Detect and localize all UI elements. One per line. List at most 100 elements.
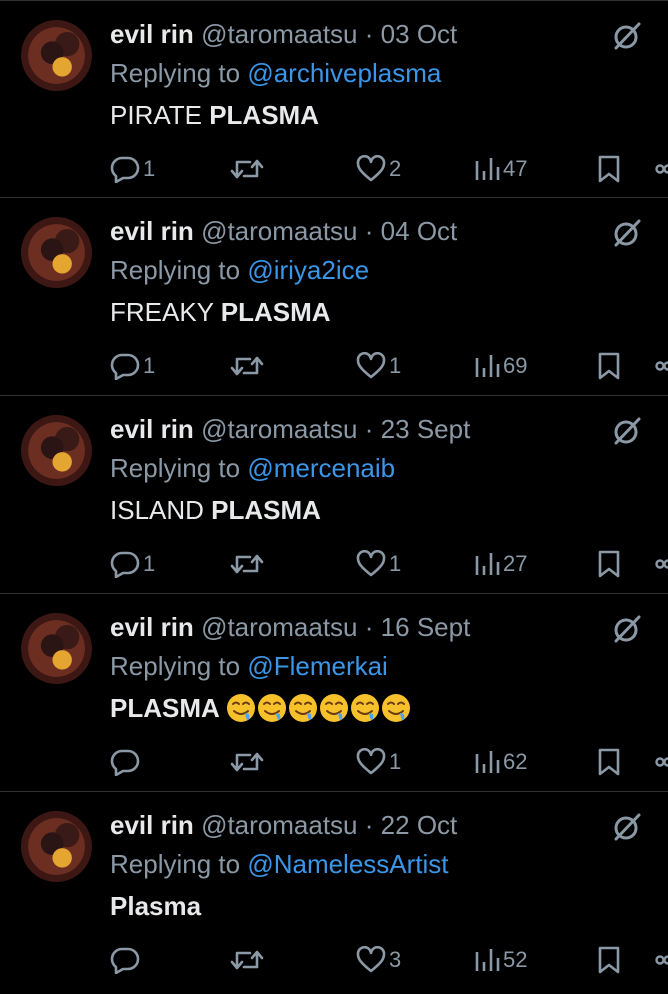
avatar[interactable] (21, 20, 92, 91)
bookmark-button[interactable] (597, 149, 621, 189)
grok-icon[interactable] (612, 614, 642, 644)
bookmark-icon (598, 946, 620, 974)
tweet-date[interactable]: 03 Oct (381, 19, 458, 49)
views-button[interactable]: 47 (474, 149, 527, 189)
bookmark-button[interactable] (597, 940, 621, 980)
share-button[interactable] (654, 544, 668, 584)
action-bar: 1 1 (0, 346, 668, 386)
like-count: 1 (389, 749, 402, 774)
separator-dot: · (364, 216, 374, 246)
grok-icon[interactable] (612, 218, 642, 248)
repost-icon (230, 752, 264, 772)
like-button[interactable]: 3 (356, 940, 401, 980)
tweet[interactable]: evil rin @taromaatsu · 22 Oct Replying t… (0, 792, 668, 990)
tweet[interactable]: evil rin @taromaatsu · 03 Oct Replying t… (0, 0, 668, 198)
grok-icon[interactable] (612, 416, 642, 446)
tweet-header: evil rin @taromaatsu · 23 Sept (110, 412, 470, 446)
avatar[interactable] (21, 811, 92, 882)
author-handle[interactable]: @taromaatsu (201, 612, 357, 642)
replying-to-mention[interactable]: @NamelessArtist (247, 849, 448, 879)
avatar[interactable] (21, 217, 92, 288)
author-handle[interactable]: @taromaatsu (201, 810, 357, 840)
tweet-text-bold: PLASMA (209, 100, 319, 130)
action-bar: 1 2 47 (0, 149, 668, 189)
share-button[interactable] (654, 346, 668, 386)
author-handle[interactable]: @taromaatsu (201, 19, 357, 49)
replying-to-mention[interactable]: @Flemerkai (247, 651, 388, 681)
author-name[interactable]: evil rin (110, 612, 194, 642)
views-chart-icon (475, 553, 500, 575)
tweet-text-bold: Plasma (110, 891, 202, 921)
heart-icon (356, 155, 386, 182)
repost-button[interactable] (230, 346, 267, 386)
tweet-date[interactable]: 16 Sept (381, 612, 471, 642)
bookmark-icon (598, 550, 620, 578)
tweet-date[interactable]: 22 Oct (381, 810, 458, 840)
views-button[interactable]: 27 (474, 544, 527, 584)
heart-icon (356, 352, 386, 379)
tweet[interactable]: evil rin @taromaatsu · 23 Sept Replying … (0, 396, 668, 594)
share-icon (655, 361, 668, 371)
tweet-date[interactable]: 23 Sept (381, 414, 471, 444)
tweet-text-bold: PLASMA (211, 495, 321, 525)
repost-icon (230, 159, 264, 179)
repost-button[interactable] (230, 544, 267, 584)
author-handle[interactable]: @taromaatsu (201, 216, 357, 246)
author-name[interactable]: evil rin (110, 810, 194, 840)
views-count: 47 (503, 156, 528, 181)
like-count: 3 (389, 947, 402, 972)
replying-to-mention[interactable]: @iriya2ice (247, 255, 369, 285)
share-button[interactable] (654, 940, 668, 980)
author-name[interactable]: evil rin (110, 414, 194, 444)
views-button[interactable]: 62 (474, 742, 527, 782)
tweet-text-plain: FREAKY (110, 297, 221, 327)
replying-to-mention[interactable]: @archiveplasma (247, 58, 441, 88)
heart-icon (356, 748, 386, 775)
heart-icon (356, 946, 386, 973)
separator-dot: · (364, 19, 374, 49)
avatar[interactable] (21, 613, 92, 684)
reply-button[interactable]: 1 (110, 346, 155, 386)
reply-button[interactable]: 1 (110, 149, 155, 189)
like-button[interactable]: 1 (356, 346, 401, 386)
like-count: 1 (389, 551, 402, 576)
avatar[interactable] (21, 415, 92, 486)
like-button[interactable]: 1 (356, 544, 401, 584)
repost-button[interactable] (230, 742, 267, 782)
like-count: 1 (389, 353, 402, 378)
views-count: 27 (503, 551, 528, 576)
drooling-face-emoji (381, 693, 412, 723)
tweet-text: Plasma (110, 889, 201, 923)
bookmark-button[interactable] (597, 544, 621, 584)
share-button[interactable] (654, 149, 668, 189)
repost-icon (230, 356, 264, 376)
replying-to-line: Replying to @iriya2ice (110, 253, 369, 287)
tweet[interactable]: evil rin @taromaatsu · 04 Oct Replying t… (0, 198, 668, 396)
bookmark-button[interactable] (597, 346, 621, 386)
replying-to-label: Replying to (110, 651, 241, 681)
repost-button[interactable] (230, 149, 267, 189)
repost-button[interactable] (230, 940, 267, 980)
tweet[interactable]: evil rin @taromaatsu · 16 Sept Replying … (0, 594, 668, 792)
bookmark-button[interactable] (597, 742, 621, 782)
author-handle[interactable]: @taromaatsu (201, 414, 357, 444)
replying-to-mention[interactable]: @mercenaib (247, 453, 395, 483)
views-button[interactable]: 52 (474, 940, 527, 980)
reply-button[interactable]: 1 (110, 544, 155, 584)
reply-button[interactable] (110, 940, 143, 980)
share-button[interactable] (654, 742, 668, 782)
tweet-text-bold: PLASMA (220, 297, 331, 327)
views-button[interactable]: 69 (474, 346, 527, 386)
author-name[interactable]: evil rin (110, 216, 194, 246)
reply-icon (110, 156, 140, 183)
like-button[interactable]: 1 (356, 742, 401, 782)
grok-icon[interactable] (612, 812, 642, 842)
like-button[interactable]: 2 (356, 149, 401, 189)
separator-dot: · (364, 414, 374, 444)
tweet-date[interactable]: 04 Oct (381, 216, 458, 246)
grok-icon[interactable] (612, 21, 642, 51)
drooling-face-emoji (319, 693, 350, 723)
reply-button[interactable] (110, 742, 143, 782)
author-name[interactable]: evil rin (110, 19, 194, 49)
tweet-text: PIRATE PLASMA (110, 98, 319, 132)
